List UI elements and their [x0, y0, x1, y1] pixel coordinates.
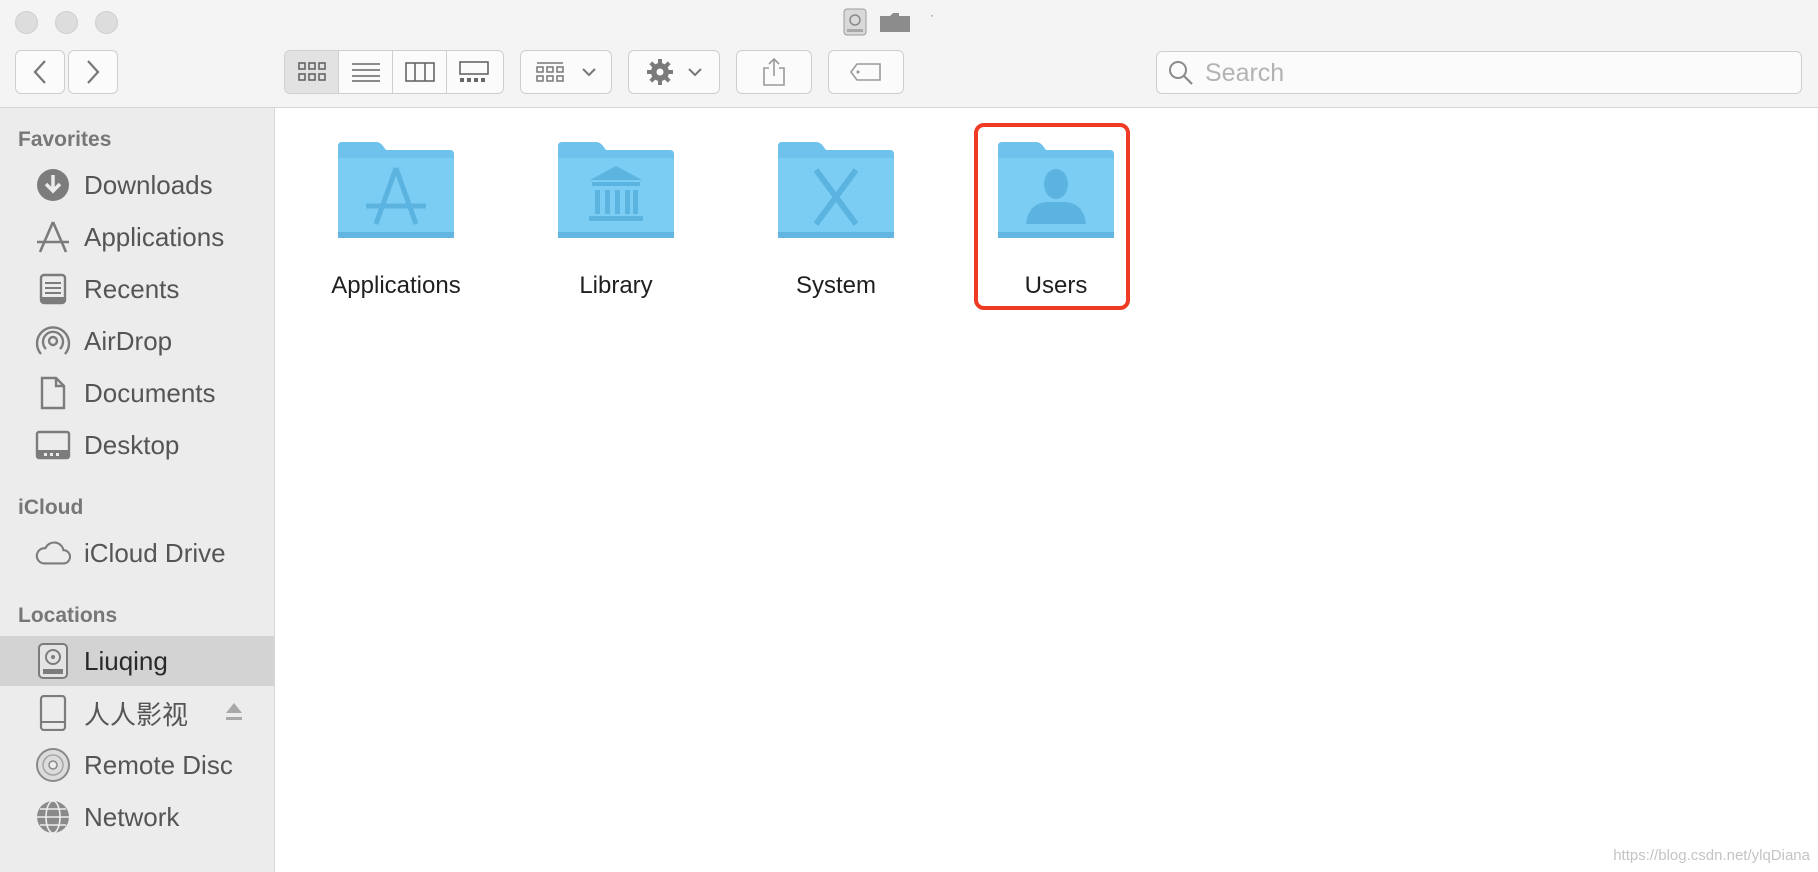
close-window-button[interactable]: [15, 11, 38, 34]
sidebar-item-external-drive[interactable]: 人人影视: [0, 688, 274, 738]
tag-icon: [850, 63, 881, 81]
applications-icon: [35, 220, 71, 254]
share-icon: [763, 57, 785, 86]
sidebar-item-documents[interactable]: Documents: [0, 368, 274, 418]
sidebar-item-label: AirDrop: [84, 325, 173, 356]
sidebar-item-label: iCloud Drive: [84, 537, 226, 568]
sidebar-item-label: Remote Disc: [84, 749, 233, 780]
file-browser-area: Applications Library System Users https:…: [276, 108, 1818, 872]
locations-heading: Locations: [18, 604, 118, 627]
library-folder-icon: [558, 142, 674, 238]
title-dot: ·: [930, 8, 934, 22]
view-mode-control: [284, 50, 504, 94]
sidebar-item-network[interactable]: Network: [0, 792, 274, 842]
icon-view-button[interactable]: [285, 51, 339, 93]
share-button[interactable]: [736, 50, 812, 94]
cloud-icon: [35, 536, 71, 570]
hard-drive-icon: [35, 643, 71, 679]
sidebar-item-downloads[interactable]: Downloads: [0, 160, 274, 210]
gear-icon: [647, 59, 673, 85]
search-field[interactable]: [1156, 51, 1802, 95]
sidebar-item-icloud-drive[interactable]: iCloud Drive: [0, 528, 274, 578]
sidebar-item-label: Downloads: [84, 169, 213, 200]
sidebar-item-label: 人人影视: [84, 699, 189, 730]
group-by-button[interactable]: [520, 50, 612, 94]
sidebar-item-recents[interactable]: Recents: [0, 264, 274, 314]
sidebar-item-applications[interactable]: Applications: [0, 212, 274, 262]
sidebar-item-label: Desktop: [84, 429, 180, 460]
documents-icon: [35, 376, 71, 410]
airdrop-icon: [35, 324, 71, 358]
recents-icon: [35, 272, 71, 306]
file-name: System: [795, 272, 876, 299]
file-item-users[interactable]: Users: [942, 140, 1132, 299]
chevron-down-icon: [688, 68, 702, 77]
applications-folder-icon: [338, 142, 454, 238]
group-by-icon: [536, 62, 564, 82]
sidebar-item-desktop[interactable]: Desktop: [0, 420, 274, 470]
chevron-right-icon: [87, 60, 100, 84]
file-name: Library: [579, 272, 653, 299]
eject-icon[interactable]: [224, 701, 244, 723]
back-button[interactable]: [15, 50, 65, 94]
file-item-library[interactable]: Library: [502, 140, 692, 299]
file-item-system[interactable]: System: [722, 140, 912, 299]
minimize-window-button[interactable]: [55, 11, 78, 34]
sidebar: Favorites Downloads Applications Recents…: [0, 108, 275, 872]
sidebar-item-label: Applications: [84, 221, 225, 252]
chevron-down-icon: [582, 68, 596, 77]
sidebar-item-liuqing[interactable]: Liuqing: [0, 636, 274, 686]
sidebar-item-label: Documents: [84, 377, 216, 408]
list-view-icon: [351, 63, 380, 82]
downloads-icon: [35, 168, 71, 202]
chevron-left-icon: [33, 60, 46, 84]
column-view-button[interactable]: [393, 51, 447, 93]
window-title: ·: [842, 7, 934, 37]
action-menu-button[interactable]: [628, 50, 720, 94]
window-toolbar: ·: [0, 0, 1818, 108]
tag-button[interactable]: [828, 50, 904, 94]
desktop-icon: [35, 428, 71, 462]
zoom-window-button[interactable]: [95, 11, 118, 34]
disc-icon: [35, 748, 71, 782]
column-view-icon: [404, 62, 435, 82]
list-view-button[interactable]: [339, 51, 393, 93]
users-folder-icon: [998, 142, 1114, 238]
sidebar-item-label: Recents: [84, 273, 180, 304]
system-folder-icon: [778, 142, 894, 238]
file-name: Applications: [331, 272, 461, 299]
hard-drive-title-icon: [843, 8, 867, 36]
network-icon: [35, 800, 71, 834]
icon-view-icon: [297, 62, 326, 81]
sidebar-item-remote-disc[interactable]: Remote Disc: [0, 740, 274, 790]
sidebar-item-label: Liuqing: [84, 645, 168, 676]
icloud-heading: iCloud: [18, 496, 84, 519]
file-name: Users: [1024, 272, 1088, 299]
sidebar-item-airdrop[interactable]: AirDrop: [0, 316, 274, 366]
watermark-text: https://blog.csdn.net/ylqDiana: [1613, 847, 1810, 864]
search-icon: [1169, 61, 1193, 85]
favorites-heading: Favorites: [18, 128, 112, 151]
forward-button[interactable]: [68, 50, 118, 94]
external-drive-icon: [35, 695, 71, 731]
gallery-view-icon: [459, 61, 489, 82]
file-item-applications[interactable]: Applications: [282, 140, 472, 299]
search-input[interactable]: [1203, 52, 1787, 95]
sidebar-item-label: Network: [84, 801, 180, 832]
gallery-view-button[interactable]: [447, 51, 501, 93]
folder-title-icon: [880, 13, 910, 32]
